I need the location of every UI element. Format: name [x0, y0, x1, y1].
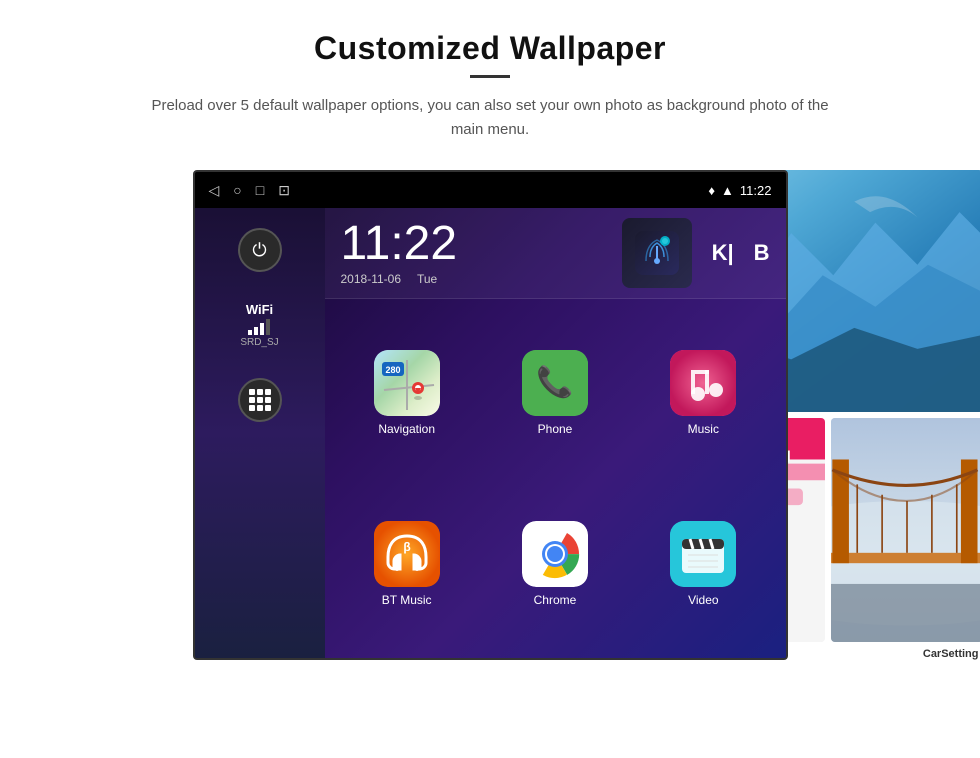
phone-label: Phone [538, 422, 573, 436]
music-k-btn[interactable]: K| [712, 240, 734, 266]
day-value: Tue [417, 272, 437, 286]
grid-icon [249, 389, 271, 411]
grid-dot [249, 397, 255, 403]
grid-dot [257, 397, 263, 403]
status-bar-left: ◁ ○ □ ⊡ [209, 182, 290, 199]
grid-dot [249, 405, 255, 411]
status-time: 11:22 [740, 183, 772, 198]
wifi-bar-3 [260, 323, 264, 335]
status-bar: ◁ ○ □ ⊡ ♦ ▲ 11:22 [195, 172, 786, 208]
music-icon-svg [670, 350, 736, 416]
wallpaper-golden-gate[interactable] [831, 418, 980, 642]
music-app-icon [670, 350, 736, 416]
navigation-icon-svg: 280 [374, 350, 440, 416]
grid-dot [265, 397, 271, 403]
app-grid: 280 Navigation [325, 299, 786, 658]
home-nav-icon[interactable]: ○ [233, 182, 241, 198]
video-app-icon [670, 521, 736, 587]
wifi-bar-1 [248, 330, 252, 335]
page-wrapper: Customized Wallpaper Preload over 5 defa… [0, 0, 980, 758]
screenshot-nav-icon[interactable]: ⊡ [278, 182, 290, 199]
svg-text:β: β [403, 540, 410, 554]
app-item-phone[interactable]: 📞 Phone [481, 307, 629, 479]
title-divider [470, 75, 510, 78]
navigation-app-icon: 280 [374, 350, 440, 416]
app-item-video[interactable]: Video [629, 479, 777, 651]
time-date: 2018-11-06 Tue [341, 272, 602, 286]
grid-dot [257, 405, 263, 411]
app-item-navigation[interactable]: 280 Navigation [333, 307, 481, 479]
back-nav-icon[interactable]: ◁ [209, 182, 220, 199]
bt-music-label: BT Music [382, 593, 432, 607]
signal-icon: ▲ [721, 183, 734, 198]
app-item-bt-music[interactable]: β BT Music [333, 479, 481, 651]
bt-music-app-icon: β [374, 521, 440, 587]
bt-music-icon-svg: β [374, 521, 440, 587]
page-title: Customized Wallpaper [314, 30, 666, 67]
android-screen: ◁ ○ □ ⊡ ♦ ▲ 11:22 ⏻ [193, 170, 788, 660]
navigation-label: Navigation [378, 422, 435, 436]
radio-widget[interactable] [622, 218, 692, 288]
svg-text:📞: 📞 [536, 362, 574, 399]
video-icon-svg [670, 521, 736, 587]
golden-gate-svg [831, 418, 980, 642]
phone-icon-svg: 📞 [522, 350, 588, 416]
chrome-icon-svg [522, 521, 588, 587]
status-bar-right: ♦ ▲ 11:22 [708, 183, 771, 198]
chrome-app-icon [522, 521, 588, 587]
clock-display: 11:22 [341, 220, 602, 268]
wifi-info: WiFi SRD_SJ [240, 302, 278, 348]
time-widget: 11:22 2018-11-06 Tue [325, 208, 786, 299]
grid-dot [265, 405, 271, 411]
wifi-label: WiFi [246, 302, 273, 317]
app-item-music[interactable]: Music [629, 307, 777, 479]
recents-nav-icon[interactable]: □ [256, 182, 264, 198]
chrome-label: Chrome [534, 593, 577, 607]
time-display: 11:22 2018-11-06 Tue [341, 220, 602, 286]
wifi-ssid: SRD_SJ [240, 337, 278, 348]
date-value: 2018-11-06 [341, 272, 402, 286]
wifi-bar-2 [254, 327, 258, 335]
left-sidebar: ⏻ WiFi SRD_SJ [195, 208, 325, 658]
power-button[interactable]: ⏻ [238, 228, 282, 272]
screen-body: ⏻ WiFi SRD_SJ [195, 208, 786, 658]
video-label: Video [688, 593, 718, 607]
main-area: 11:22 2018-11-06 Tue [325, 208, 786, 658]
apps-grid-button[interactable] [238, 378, 282, 422]
grid-dot [249, 389, 255, 395]
music-b-btn[interactable]: B [754, 240, 770, 266]
main-content: ◁ ○ □ ⊡ ♦ ▲ 11:22 ⏻ [193, 170, 788, 660]
page-subtitle: Preload over 5 default wallpaper options… [150, 94, 830, 142]
svg-text:280: 280 [385, 365, 400, 375]
power-icon: ⏻ [252, 240, 266, 261]
grid-dot [265, 389, 271, 395]
app-item-chrome[interactable]: Chrome [481, 479, 629, 651]
wifi-bars [248, 319, 270, 335]
music-label: Music [688, 422, 719, 436]
carsetting-label: CarSetting [923, 648, 979, 660]
grid-dot [257, 389, 263, 395]
phone-app-icon: 📞 [522, 350, 588, 416]
wifi-bar-4 [266, 319, 270, 335]
location-icon: ♦ [708, 183, 715, 198]
radio-icon [635, 231, 679, 275]
